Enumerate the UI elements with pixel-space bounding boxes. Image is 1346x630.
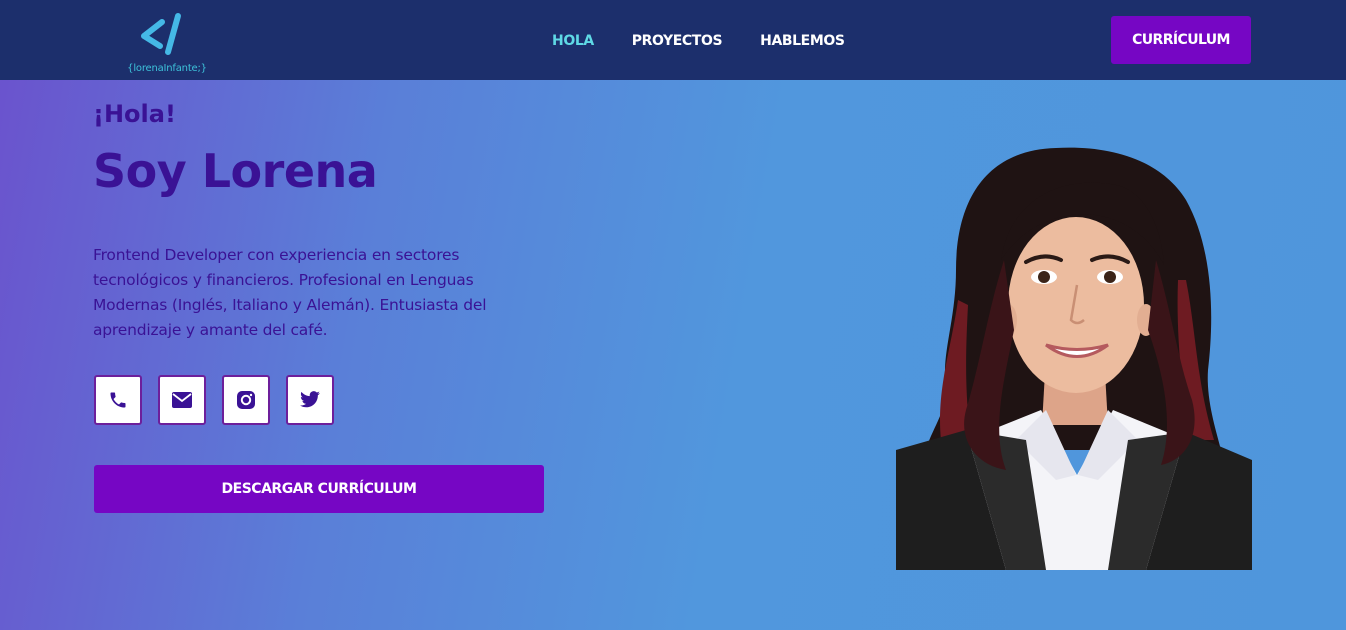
phone-icon bbox=[110, 392, 126, 408]
curriculum-button[interactable]: CURRÍCULUM bbox=[1111, 16, 1251, 64]
mail-icon bbox=[172, 392, 192, 408]
code-bracket-logo-icon bbox=[141, 13, 181, 55]
logo-text: {lorenaInfante;} bbox=[127, 63, 207, 74]
social-links bbox=[94, 375, 334, 425]
instagram-icon bbox=[237, 391, 255, 409]
navbar: {lorenaInfante;} HOLA PROYECTOS HABLEMOS… bbox=[0, 0, 1346, 80]
phone-link[interactable] bbox=[94, 375, 142, 425]
main-nav: HOLA PROYECTOS HABLEMOS bbox=[552, 33, 845, 49]
download-cv-button[interactable]: DESCARGAR CURRÍCULUM bbox=[94, 465, 544, 513]
nav-link-hablemos[interactable]: HABLEMOS bbox=[760, 33, 845, 49]
hero-title: Soy Lorena bbox=[93, 144, 378, 198]
nav-link-proyectos[interactable]: PROYECTOS bbox=[632, 33, 723, 49]
twitter-link[interactable] bbox=[286, 375, 334, 425]
bio-text: Frontend Developer con experiencia en se… bbox=[93, 246, 487, 339]
profile-photo bbox=[896, 147, 1252, 570]
greeting: ¡Hola! bbox=[93, 100, 176, 128]
email-link[interactable] bbox=[158, 375, 206, 425]
logo[interactable]: {lorenaInfante;} bbox=[120, 8, 210, 74]
nav-link-hola[interactable]: HOLA bbox=[552, 33, 594, 49]
twitter-icon bbox=[300, 391, 320, 408]
instagram-link[interactable] bbox=[222, 375, 270, 425]
